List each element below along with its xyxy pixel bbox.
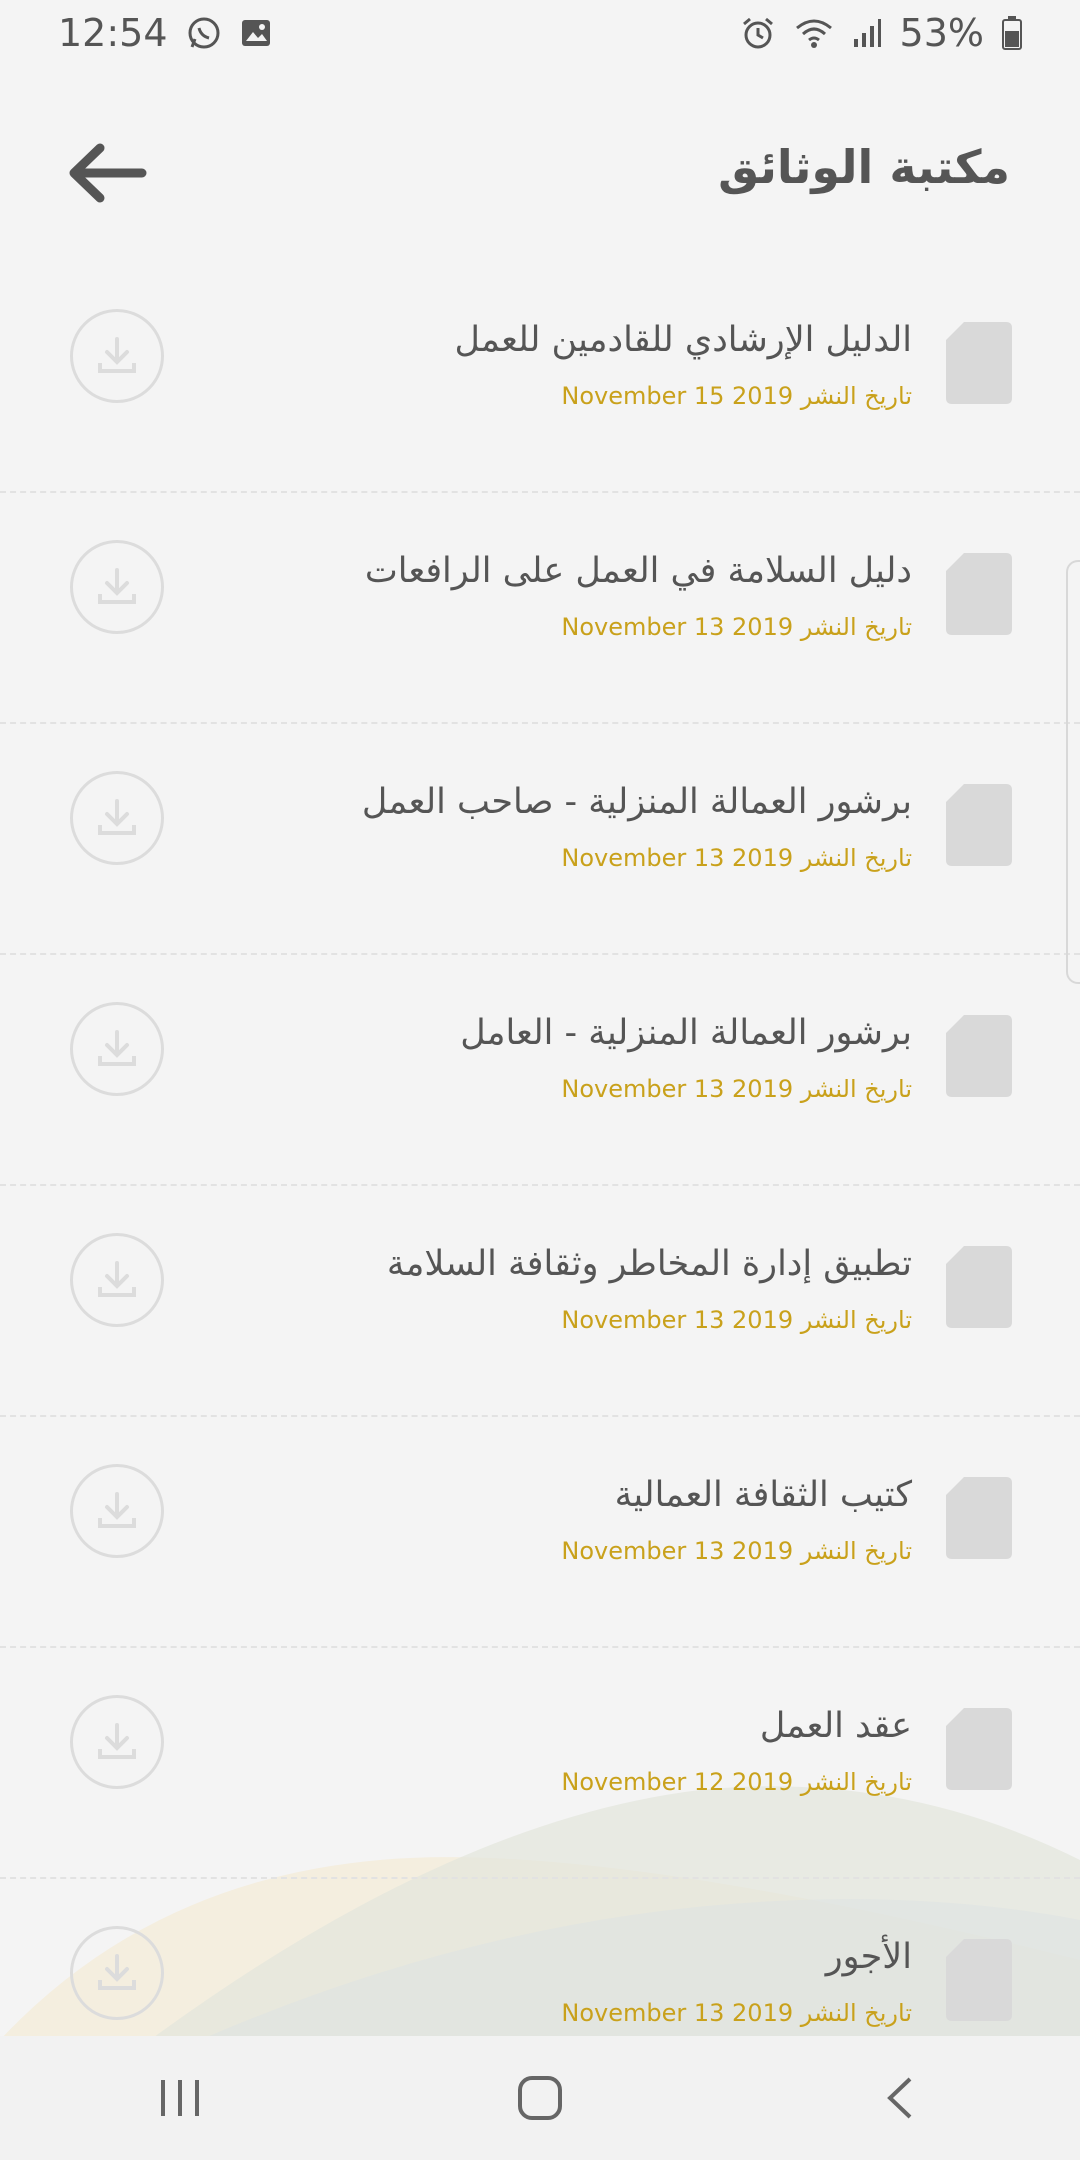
status-bar: 12:54 53% (0, 0, 1080, 66)
list-item[interactable]: برشور العمالة المنزلية - العامل تاريخ ال… (0, 955, 1080, 1186)
download-button[interactable] (70, 540, 164, 634)
download-icon (98, 799, 136, 835)
back-button[interactable] (62, 138, 152, 208)
download-icon (98, 568, 136, 604)
document-title: كتيب الثقافة العمالية (614, 1475, 912, 1515)
recent-apps-icon (161, 2080, 199, 2116)
list-item[interactable]: عقد العمل تاريخ النشر November 12 2019 (0, 1648, 1080, 1879)
download-button[interactable] (70, 1464, 164, 1558)
recent-apps-button[interactable] (120, 2058, 240, 2138)
page-title: مكتبة الوثائق (718, 140, 1010, 194)
document-title: دليل السلامة في العمل على الرافعات (364, 551, 912, 591)
publish-date: تاريخ النشر November 13 2019 (561, 1306, 912, 1334)
battery-icon (1002, 16, 1022, 50)
document-title: الأجور (825, 1937, 912, 1977)
download-button[interactable] (70, 309, 164, 403)
document-icon (946, 1939, 1012, 2021)
whatsapp-icon (186, 15, 222, 51)
app-header: مكتبة الوثائق (0, 120, 1080, 230)
back-icon (887, 2077, 912, 2119)
download-button[interactable] (70, 1926, 164, 2020)
list-item[interactable]: كتيب الثقافة العمالية تاريخ النشر Novemb… (0, 1417, 1080, 1648)
document-list: الدليل الإرشادي للقادمين للعمل تاريخ الن… (0, 262, 1080, 2110)
download-button[interactable] (70, 1002, 164, 1096)
publish-date: تاريخ النشر November 12 2019 (561, 1768, 912, 1796)
download-icon (98, 1030, 136, 1066)
gallery-icon (240, 17, 272, 49)
publish-date: تاريخ النشر November 13 2019 (561, 613, 912, 641)
download-button[interactable] (70, 1233, 164, 1327)
list-item[interactable]: برشور العمالة المنزلية - صاحب العمل تاري… (0, 724, 1080, 955)
home-button[interactable] (480, 2058, 600, 2138)
document-icon (946, 1708, 1012, 1790)
document-title: عقد العمل (759, 1706, 912, 1746)
document-title: تطبيق إدارة المخاطر وثقافة السلامة (386, 1244, 912, 1284)
status-time: 12:54 (58, 11, 168, 55)
publish-date: تاريخ النشر November 13 2019 (561, 844, 912, 872)
document-title: برشور العمالة المنزلية - صاحب العمل (361, 782, 912, 822)
document-title: برشور العمالة المنزلية - العامل (460, 1013, 912, 1053)
arrow-left-icon (69, 143, 147, 203)
document-icon (946, 1246, 1012, 1328)
document-icon (946, 1477, 1012, 1559)
home-icon (518, 2076, 562, 2120)
publish-date: تاريخ النشر November 13 2019 (561, 1075, 912, 1103)
download-icon (98, 337, 136, 373)
alarm-icon (740, 15, 776, 51)
download-button[interactable] (70, 1695, 164, 1789)
document-icon (946, 322, 1012, 404)
scroll-indicator[interactable] (1066, 560, 1080, 984)
document-title: الدليل الإرشادي للقادمين للعمل (454, 320, 912, 360)
document-icon (946, 1015, 1012, 1097)
battery-percent: 53% (899, 11, 984, 55)
list-item[interactable]: تطبيق إدارة المخاطر وثقافة السلامة تاريخ… (0, 1186, 1080, 1417)
wifi-icon (794, 16, 834, 50)
navigation-bar (0, 2036, 1080, 2160)
download-button[interactable] (70, 771, 164, 865)
document-icon (946, 553, 1012, 635)
download-icon (98, 1954, 136, 1990)
list-item[interactable]: الدليل الإرشادي للقادمين للعمل تاريخ الن… (0, 262, 1080, 493)
publish-date: تاريخ النشر November 13 2019 (561, 1999, 912, 2027)
list-item[interactable]: دليل السلامة في العمل على الرافعات تاريخ… (0, 493, 1080, 724)
signal-icon (852, 17, 882, 49)
system-back-button[interactable] (840, 2058, 960, 2138)
download-icon (98, 1723, 136, 1759)
publish-date: تاريخ النشر November 13 2019 (561, 1537, 912, 1565)
publish-date: تاريخ النشر November 15 2019 (561, 382, 912, 410)
document-icon (946, 784, 1012, 866)
download-icon (98, 1492, 136, 1528)
download-icon (98, 1261, 136, 1297)
